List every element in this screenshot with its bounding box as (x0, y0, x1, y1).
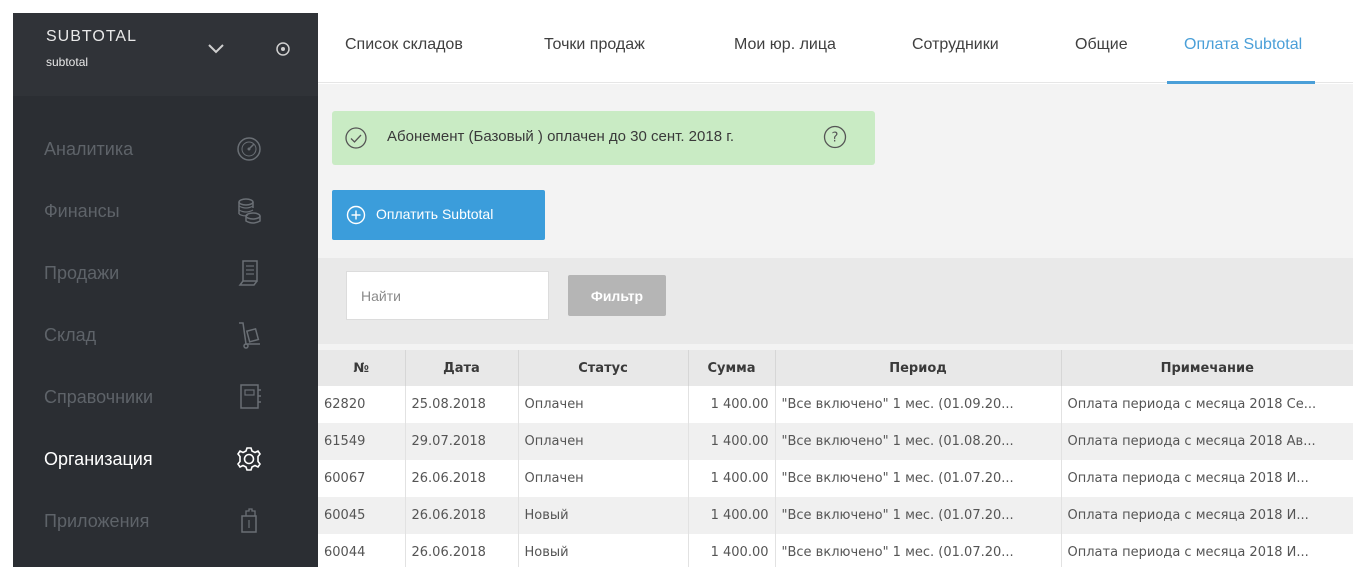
cell-status: Оплачен (517, 460, 688, 497)
cell-period: "Все включено" 1 мес. (01.07.20... (774, 460, 1061, 497)
cell-note: Оплата периода с месяца 2018 И... (1060, 534, 1353, 567)
cell-period: "Все включено" 1 мес. (01.08.20... (774, 423, 1061, 460)
tab-employees[interactable]: Сотрудники (912, 36, 999, 54)
top-tabs: Список складов Точки продаж Мои юр. лица… (318, 13, 1353, 84)
cell-period: "Все включено" 1 мес. (01.07.20... (774, 534, 1061, 567)
sidebar-item-organization[interactable]: Организация (13, 431, 318, 491)
cell-amount: 1 400.00 (687, 534, 775, 567)
sidebar: SUBTOTAL subtotal Аналитика Финансы Прод… (13, 13, 318, 567)
cell-number: 60044 (318, 534, 405, 567)
column-header-amount[interactable]: Сумма (687, 350, 775, 386)
cell-amount: 1 400.00 (687, 386, 775, 423)
filter-button[interactable]: Фильтр (568, 275, 666, 316)
search-input[interactable] (346, 271, 549, 320)
sidebar-item-label: Продажи (44, 263, 120, 283)
cell-number: 60067 (318, 460, 405, 497)
cell-status: Новый (517, 497, 688, 534)
column-header-date[interactable]: Дата (404, 350, 518, 386)
cell-number: 61549 (318, 423, 405, 460)
sidebar-item-label: Склад (44, 325, 97, 345)
brand-title: SUBTOTAL (46, 28, 137, 45)
cell-period: "Все включено" 1 мес. (01.09.20... (774, 386, 1061, 423)
sidebar-item-label: Организация (44, 449, 153, 469)
cell-amount: 1 400.00 (687, 497, 775, 534)
payments-table: № Дата Статус Сумма Период Примечание 62… (318, 350, 1353, 567)
cell-note: Оплата периода с месяца 2018 Ав... (1060, 423, 1353, 460)
cell-note: Оплата периода с месяца 2018 И... (1060, 497, 1353, 534)
sidebar-item-directories[interactable]: Справочники (13, 369, 318, 429)
puzzle-icon (241, 508, 257, 533)
table-row[interactable]: 62820 25.08.2018 Оплачен 1 400.00 "Все в… (318, 386, 1353, 423)
gear-icon (237, 447, 261, 471)
tab-general[interactable]: Общие (1075, 36, 1128, 54)
brand-header: SUBTOTAL subtotal (13, 13, 318, 96)
column-header-period[interactable]: Период (774, 350, 1061, 386)
book-icon (240, 384, 261, 409)
subscription-notice: Абонемент (Базовый ) оплачен до 30 сент.… (332, 111, 875, 165)
sidebar-item-analytics[interactable]: Аналитика (13, 121, 318, 181)
sidebar-item-sales[interactable]: Продажи (13, 245, 318, 305)
coins-icon (238, 198, 261, 224)
sidebar-item-apps[interactable]: Приложения (13, 493, 318, 553)
svg-text:?: ? (832, 131, 839, 146)
tab-sales-points[interactable]: Точки продаж (544, 36, 645, 54)
table-row[interactable]: 60067 26.06.2018 Оплачен 1 400.00 "Все в… (318, 460, 1353, 497)
sidebar-item-finance[interactable]: Финансы (13, 183, 318, 243)
sidebar-item-label: Финансы (44, 201, 120, 221)
pay-subtotal-button[interactable]: Оплатить Subtotal (332, 190, 545, 240)
cell-date: 26.06.2018 (404, 460, 518, 497)
cell-note: Оплата периода с месяца 2018 Се... (1060, 386, 1353, 423)
brand-subtitle: subtotal (46, 55, 89, 69)
sidebar-item-warehouse[interactable]: Склад (13, 307, 318, 367)
table-row[interactable]: 60045 26.06.2018 Новый 1 400.00 "Все вкл… (318, 497, 1353, 534)
cell-amount: 1 400.00 (687, 423, 775, 460)
sidebar-item-label: Приложения (44, 511, 150, 531)
cell-status: Новый (517, 534, 688, 567)
subscription-notice-text: Абонемент (Базовый ) оплачен до 30 сент.… (387, 128, 735, 145)
cell-status: Оплачен (517, 423, 688, 460)
main-content: Абонемент (Базовый ) оплачен до 30 сент.… (318, 84, 1353, 567)
cell-date: 26.06.2018 (404, 534, 518, 567)
check-circle-icon (345, 127, 367, 149)
pay-subtotal-label: Оплатить Subtotal (376, 206, 494, 222)
tab-warehouses[interactable]: Список складов (345, 36, 463, 54)
tab-legal-entities[interactable]: Мои юр. лица (734, 36, 836, 54)
tab-subtotal-payment[interactable]: Оплата Subtotal (1184, 36, 1302, 54)
cell-number: 62820 (318, 386, 405, 423)
plus-circle-icon (346, 205, 366, 225)
receipt-icon (238, 260, 258, 286)
speedometer-icon (237, 137, 261, 161)
table-row[interactable]: 61549 29.07.2018 Оплачен 1 400.00 "Все в… (318, 423, 1353, 460)
sidebar-item-label: Справочники (44, 387, 154, 407)
cell-number: 60045 (318, 497, 405, 534)
cell-amount: 1 400.00 (687, 460, 775, 497)
column-header-number[interactable]: № (318, 350, 405, 386)
chevron-down-icon[interactable] (206, 41, 226, 57)
cell-date: 25.08.2018 (404, 386, 518, 423)
cell-status: Оплачен (517, 386, 688, 423)
cell-note: Оплата периода с месяца 2018 И... (1060, 460, 1353, 497)
cell-date: 26.06.2018 (404, 497, 518, 534)
sidebar-item-label: Аналитика (44, 139, 134, 159)
help-icon[interactable]: ? (823, 125, 847, 149)
column-header-note[interactable]: Примечание (1060, 350, 1353, 386)
table-header-row: № Дата Статус Сумма Период Примечание (318, 350, 1353, 386)
column-header-status[interactable]: Статус (517, 350, 688, 386)
cell-date: 29.07.2018 (404, 423, 518, 460)
table-row[interactable]: 60044 26.06.2018 Новый 1 400.00 "Все вкл… (318, 534, 1353, 567)
dolly-icon (239, 322, 260, 349)
target-icon[interactable] (275, 41, 291, 57)
filter-bar: Фильтр (318, 258, 1353, 344)
cell-period: "Все включено" 1 мес. (01.07.20... (774, 497, 1061, 534)
